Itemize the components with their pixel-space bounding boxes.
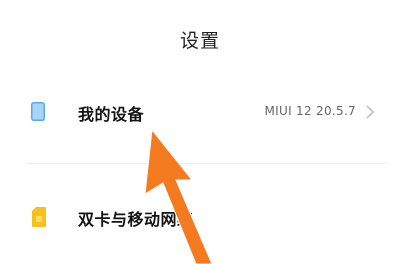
divider xyxy=(26,163,386,164)
chevron-right-icon xyxy=(364,104,376,120)
phone-icon xyxy=(31,102,45,121)
sim-card-icon xyxy=(31,206,47,228)
settings-item-label: 双卡与移动网络 xyxy=(78,210,194,229)
miui-version-value: MIUI 12 20.5.7 xyxy=(264,104,356,118)
page-title: 设置 xyxy=(179,30,220,52)
settings-item-dual-sim[interactable]: 双卡与移动网络 xyxy=(0,193,400,241)
settings-screen: 设置 我的设备 MIUI 12 20.5.7 双卡与移动网络 xyxy=(0,0,400,264)
header: 设置 xyxy=(0,26,400,53)
settings-item-label: 我的设备 xyxy=(78,105,145,124)
settings-item-my-device[interactable]: 我的设备 MIUI 12 20.5.7 xyxy=(0,88,400,136)
